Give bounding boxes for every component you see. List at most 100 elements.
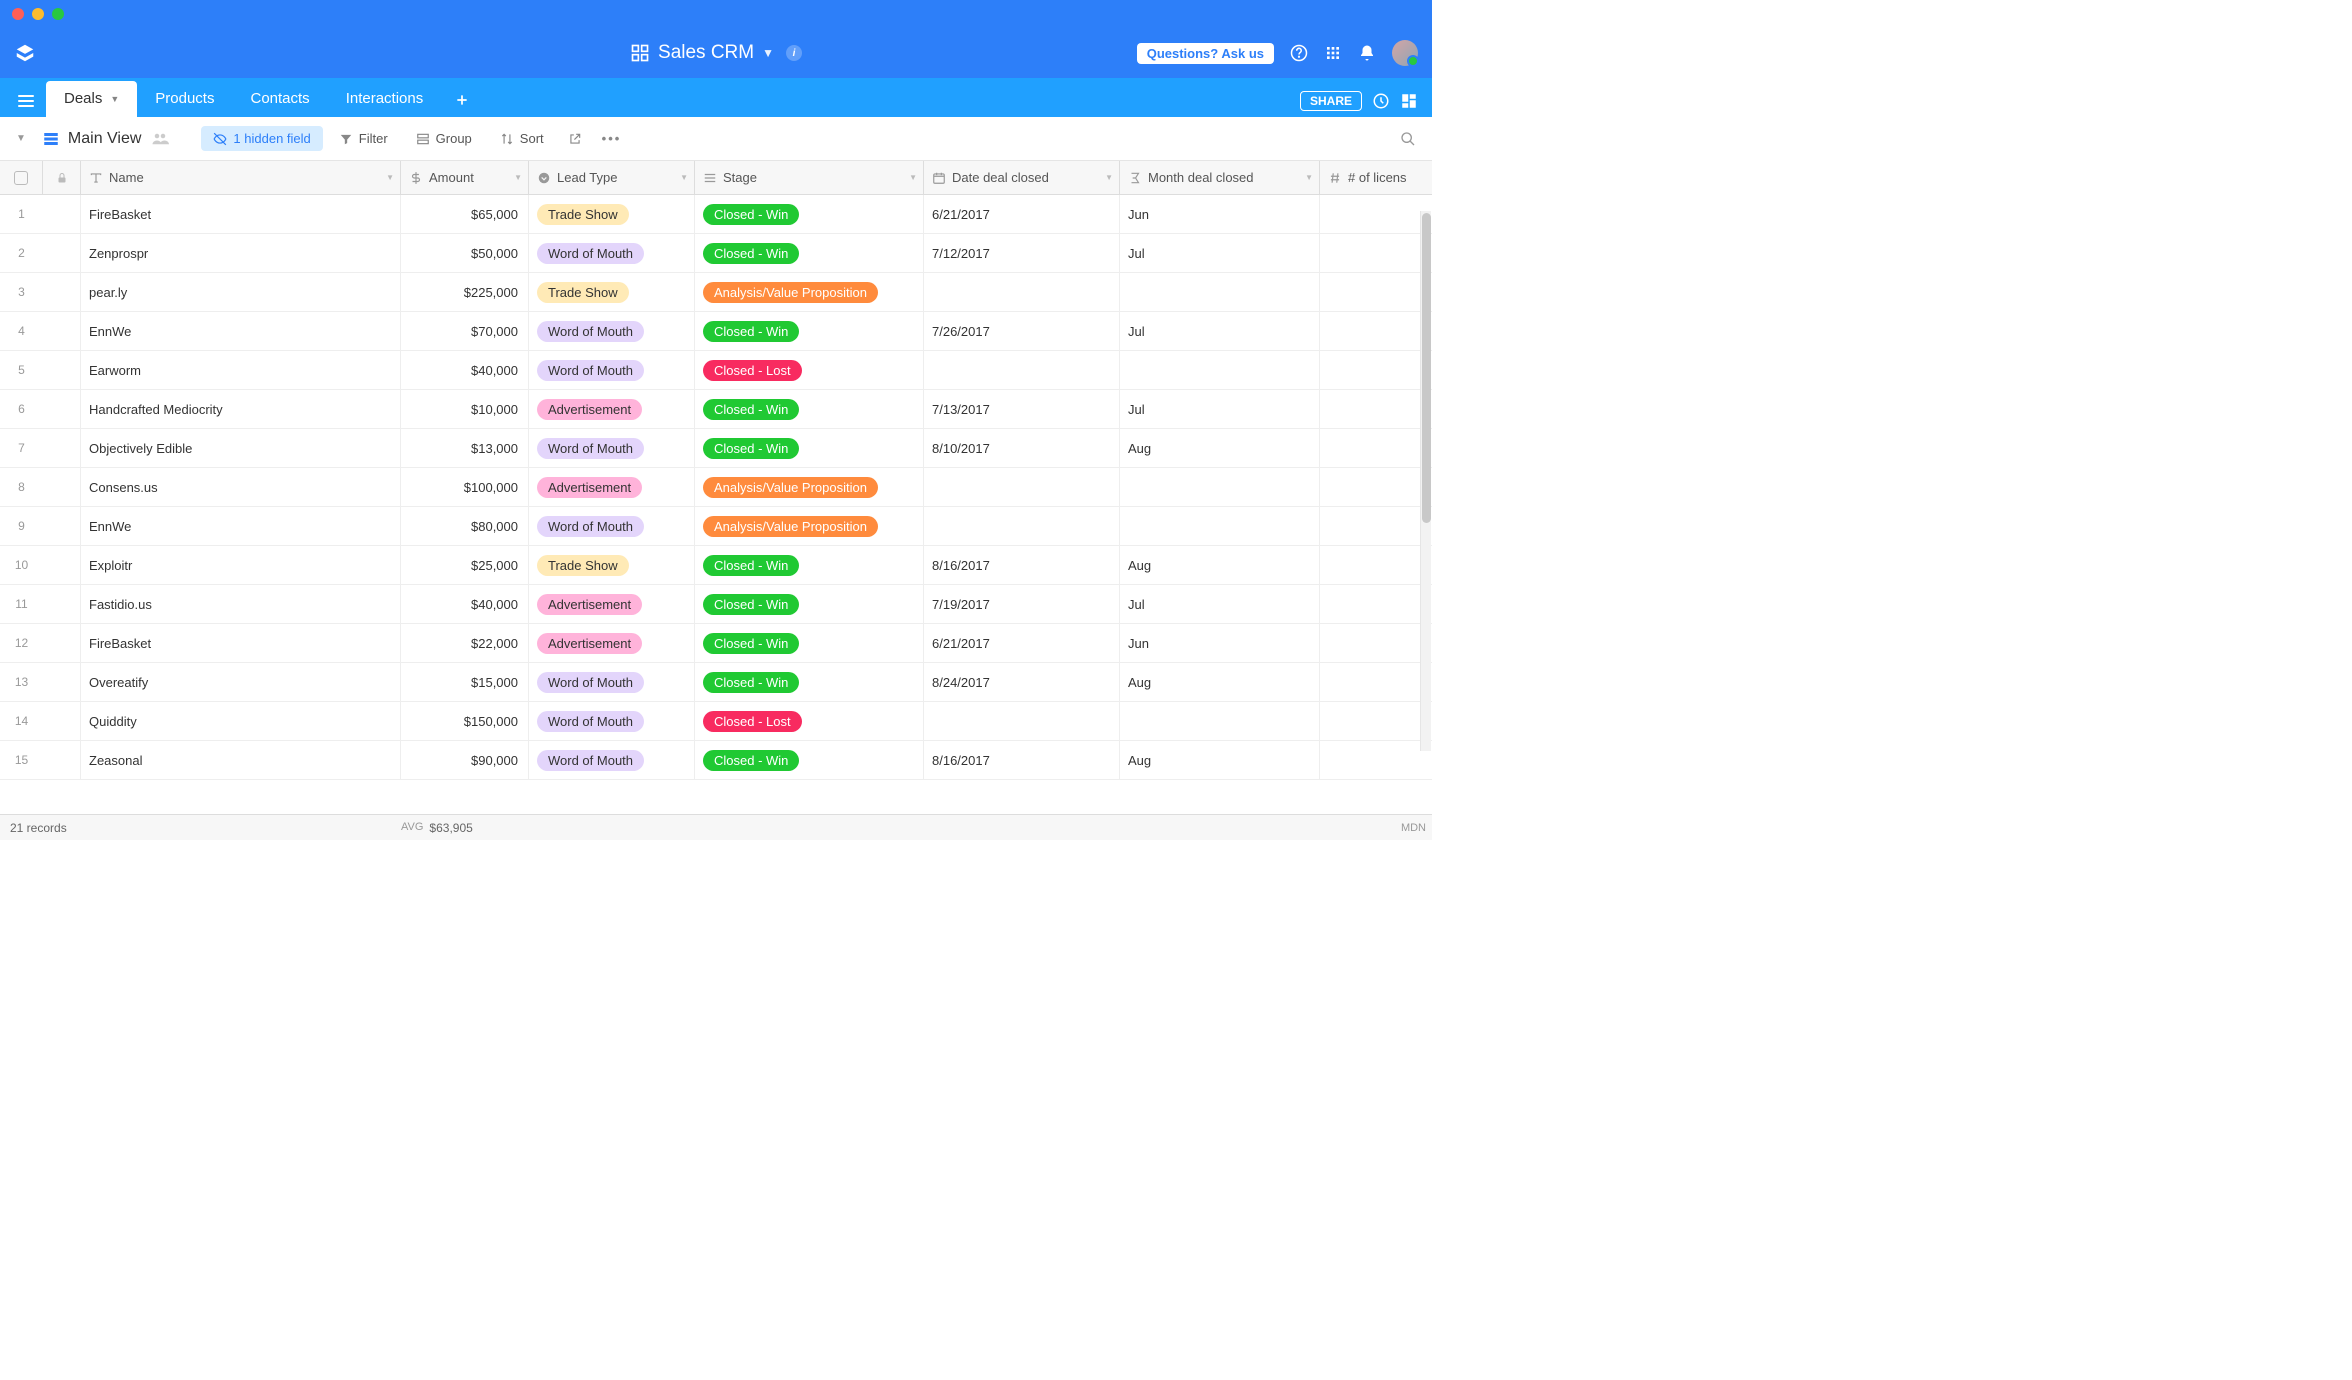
cell-stage[interactable]: Closed - Win — [695, 546, 924, 584]
cell-month-closed[interactable]: Aug — [1120, 663, 1320, 701]
cell-licenses[interactable] — [1320, 468, 1430, 506]
cell-amount[interactable]: $40,000 — [401, 585, 529, 623]
tab-products[interactable]: Products — [137, 81, 232, 117]
cell-licenses[interactable] — [1320, 507, 1430, 545]
cell-name[interactable]: Handcrafted Mediocrity — [81, 390, 401, 428]
row-expand-zone[interactable] — [43, 312, 81, 350]
cell-name[interactable]: EnnWe — [81, 507, 401, 545]
cell-date-closed[interactable]: 6/21/2017 — [924, 624, 1120, 662]
cell-month-closed[interactable]: Jul — [1120, 390, 1320, 428]
help-icon[interactable] — [1290, 44, 1308, 62]
cell-amount[interactable]: $15,000 — [401, 663, 529, 701]
row-expand-zone[interactable] — [43, 546, 81, 584]
cell-date-closed[interactable]: 7/12/2017 — [924, 234, 1120, 272]
ask-us-button[interactable]: Questions? Ask us — [1137, 43, 1274, 64]
cell-amount[interactable]: $10,000 — [401, 390, 529, 428]
cell-month-closed[interactable] — [1120, 468, 1320, 506]
cell-stage[interactable]: Closed - Win — [695, 663, 924, 701]
cell-amount[interactable]: $40,000 — [401, 351, 529, 389]
group-button[interactable]: Group — [404, 126, 484, 151]
cell-month-closed[interactable]: Aug — [1120, 741, 1320, 779]
row-number[interactable]: 15 — [0, 741, 43, 779]
sort-button[interactable]: Sort — [488, 126, 556, 151]
cell-lead-type[interactable]: Advertisement — [529, 468, 695, 506]
cell-name[interactable]: pear.ly — [81, 273, 401, 311]
share-view-button[interactable] — [560, 127, 590, 151]
row-number[interactable]: 7 — [0, 429, 43, 467]
hidden-fields-button[interactable]: 1 hidden field — [201, 126, 322, 151]
cell-month-closed[interactable]: Jul — [1120, 585, 1320, 623]
column-header-name[interactable]: Name ▼ — [81, 161, 401, 194]
cell-month-closed[interactable] — [1120, 702, 1320, 740]
row-number[interactable]: 13 — [0, 663, 43, 701]
cell-date-closed[interactable] — [924, 468, 1120, 506]
search-button[interactable] — [1394, 125, 1422, 153]
cell-date-closed[interactable] — [924, 702, 1120, 740]
table-row[interactable]: 6Handcrafted Mediocrity$10,000Advertisem… — [0, 390, 1432, 429]
row-number[interactable]: 3 — [0, 273, 43, 311]
table-row[interactable]: 15Zeasonal$90,000Word of MouthClosed - W… — [0, 741, 1432, 780]
cell-amount[interactable]: $150,000 — [401, 702, 529, 740]
row-expand-zone[interactable] — [43, 702, 81, 740]
row-expand-zone[interactable] — [43, 234, 81, 272]
cell-date-closed[interactable]: 7/26/2017 — [924, 312, 1120, 350]
share-button[interactable]: SHARE — [1300, 91, 1362, 111]
cell-date-closed[interactable] — [924, 351, 1120, 389]
cell-licenses[interactable] — [1320, 195, 1430, 233]
cell-lead-type[interactable]: Word of Mouth — [529, 429, 695, 467]
row-number[interactable]: 4 — [0, 312, 43, 350]
cell-lead-type[interactable]: Word of Mouth — [529, 507, 695, 545]
row-number[interactable]: 2 — [0, 234, 43, 272]
cell-stage[interactable]: Closed - Win — [695, 390, 924, 428]
cell-amount[interactable]: $90,000 — [401, 741, 529, 779]
cell-name[interactable]: Consens.us — [81, 468, 401, 506]
cell-stage[interactable]: Closed - Win — [695, 585, 924, 623]
cell-date-closed[interactable]: 8/10/2017 — [924, 429, 1120, 467]
cell-month-closed[interactable] — [1120, 507, 1320, 545]
view-name-button[interactable]: Main View — [36, 126, 176, 152]
cell-licenses[interactable] — [1320, 273, 1430, 311]
close-window-button[interactable] — [12, 8, 24, 20]
cell-amount[interactable]: $13,000 — [401, 429, 529, 467]
cell-amount[interactable]: $225,000 — [401, 273, 529, 311]
cell-stage[interactable]: Analysis/Value Proposition — [695, 273, 924, 311]
row-number[interactable]: 6 — [0, 390, 43, 428]
cell-name[interactable]: Zeasonal — [81, 741, 401, 779]
cell-month-closed[interactable]: Aug — [1120, 429, 1320, 467]
table-row[interactable]: 11Fastidio.us$40,000AdvertisementClosed … — [0, 585, 1432, 624]
row-number[interactable]: 10 — [0, 546, 43, 584]
row-number[interactable]: 12 — [0, 624, 43, 662]
base-title-dropdown[interactable]: Sales CRM ▼ i — [630, 42, 802, 64]
table-row[interactable]: 10Exploitr$25,000Trade ShowClosed - Win8… — [0, 546, 1432, 585]
cell-lead-type[interactable]: Word of Mouth — [529, 663, 695, 701]
tab-interactions[interactable]: Interactions — [328, 81, 442, 117]
cell-stage[interactable]: Closed - Win — [695, 429, 924, 467]
cell-lead-type[interactable]: Word of Mouth — [529, 741, 695, 779]
cell-licenses[interactable] — [1320, 585, 1430, 623]
view-list-dropdown[interactable]: ▼ — [10, 127, 32, 150]
cell-amount[interactable]: $25,000 — [401, 546, 529, 584]
table-list-button[interactable] — [10, 87, 46, 117]
scrollbar-thumb[interactable] — [1422, 213, 1431, 523]
row-number[interactable]: 1 — [0, 195, 43, 233]
user-avatar[interactable] — [1392, 40, 1418, 66]
cell-stage[interactable]: Closed - Win — [695, 234, 924, 272]
cell-date-closed[interactable] — [924, 273, 1120, 311]
table-row[interactable]: 1FireBasket$65,000Trade ShowClosed - Win… — [0, 195, 1432, 234]
table-row[interactable]: 4EnnWe$70,000Word of MouthClosed - Win7/… — [0, 312, 1432, 351]
cell-licenses[interactable] — [1320, 702, 1430, 740]
row-expand-zone[interactable] — [43, 390, 81, 428]
row-number[interactable]: 5 — [0, 351, 43, 389]
cell-stage[interactable]: Closed - Win — [695, 312, 924, 350]
column-header-amount[interactable]: Amount ▼ — [401, 161, 529, 194]
cell-lead-type[interactable]: Word of Mouth — [529, 351, 695, 389]
table-row[interactable]: 2Zenprospr$50,000Word of MouthClosed - W… — [0, 234, 1432, 273]
cell-name[interactable]: Overeatify — [81, 663, 401, 701]
row-expand-zone[interactable] — [43, 273, 81, 311]
cell-month-closed[interactable] — [1120, 351, 1320, 389]
cell-licenses[interactable] — [1320, 741, 1430, 779]
add-table-button[interactable] — [441, 84, 483, 117]
cell-lead-type[interactable]: Trade Show — [529, 546, 695, 584]
apps-icon[interactable] — [1324, 44, 1342, 62]
cell-lead-type[interactable]: Trade Show — [529, 273, 695, 311]
